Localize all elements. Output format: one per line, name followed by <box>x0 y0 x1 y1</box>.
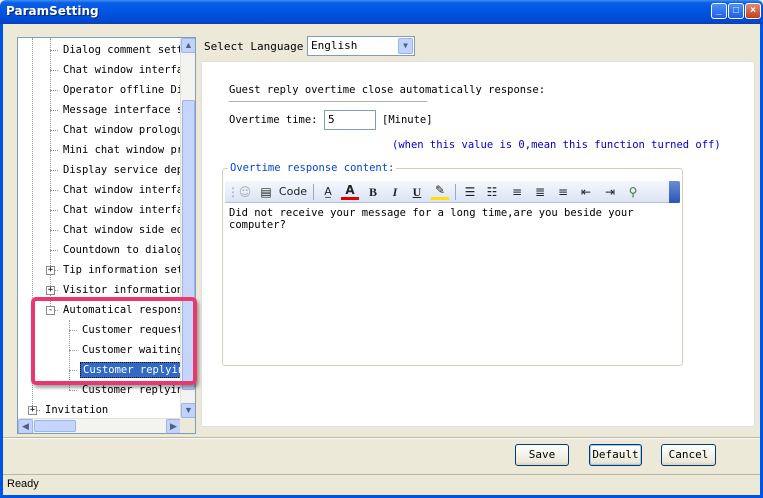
editor-toolbar: ⋮ ☺ ▤ Code A̲ A B I U ✎ ☰ ☷ ≡ ≣ ≡ ⇤ ⇥ ⚲ <box>225 181 680 203</box>
bullet-list-icon[interactable]: ☷ <box>483 183 501 201</box>
tree-connector <box>50 50 58 51</box>
tree-item-label: Countdown to dialog <box>63 244 181 256</box>
scroll-up-icon[interactable]: ▲ <box>181 38 195 53</box>
tree-connector <box>50 70 58 71</box>
font-color-icon[interactable]: A <box>341 183 359 200</box>
tree-item[interactable]: Chat window interfac <box>61 180 181 200</box>
default-button[interactable]: Default <box>589 444 642 466</box>
toolbar-separator <box>455 184 456 200</box>
status-bar: Ready <box>3 474 760 495</box>
tree-item[interactable]: Tip information sett <box>61 260 181 280</box>
response-content-legend: Overtime response content: <box>228 162 397 174</box>
tree-item-label: Invitation <box>45 404 109 416</box>
tree-item[interactable]: Chat window interfac <box>61 60 181 80</box>
tree-item-label: Operator offline Dis <box>63 84 181 96</box>
scroll-corner <box>180 418 195 433</box>
bold-button[interactable]: B <box>365 183 381 201</box>
overtime-hint: (when this value is 0,mean this function… <box>392 139 721 151</box>
align-left-icon[interactable]: ≡ <box>508 183 526 201</box>
title-bar: ParamSetting _ □ × <box>0 0 763 24</box>
toolbar-grip-icon: ⋮ <box>227 185 239 199</box>
highlight-annotation <box>31 297 197 385</box>
hscroll-thumb[interactable] <box>34 420 76 432</box>
align-center-icon[interactable]: ≣ <box>531 183 549 201</box>
toolbar-separator <box>313 184 314 200</box>
indent-icon[interactable]: ⇥ <box>601 183 619 201</box>
align-right-icon[interactable]: ≡ <box>554 183 572 201</box>
tree-connector <box>50 90 58 91</box>
overtime-input[interactable]: 5 <box>324 110 376 130</box>
expand-icon[interactable]: + <box>28 406 37 415</box>
code-button[interactable]: Code <box>276 183 310 201</box>
tree-item-label: Chat window interfac <box>63 184 181 196</box>
tree-item-label: Tip information sett <box>63 264 181 276</box>
tree-item[interactable]: Countdown to dialog <box>61 240 181 260</box>
tree-connector <box>50 230 58 231</box>
tree-item-label: Chat window side edg <box>63 224 181 236</box>
section-divider <box>229 101 427 103</box>
window-title: ParamSetting <box>6 4 99 18</box>
tree-item-label: Message interface se <box>63 104 181 116</box>
save-button[interactable]: Save <box>515 444 569 466</box>
numbered-list-icon[interactable]: ☰ <box>461 183 479 201</box>
emoticon-icon[interactable]: ☺ <box>236 183 254 201</box>
overtime-label: Overtime time: <box>229 114 318 126</box>
tree-item[interactable]: Mini chat window pro <box>61 140 181 160</box>
tree-item-label: Chat window interfac <box>63 64 181 76</box>
tree-item-label: Chat window interfac <box>63 204 181 216</box>
tree-item-label: Display service depa <box>63 164 181 176</box>
outdent-icon[interactable]: ⇤ <box>577 183 595 201</box>
highlight-icon[interactable]: ✎ <box>431 183 449 200</box>
tree-item[interactable]: Chat window side edg <box>61 220 181 240</box>
tree-item[interactable]: Invitation <box>43 400 110 418</box>
link-icon[interactable]: ⚲ <box>624 183 642 201</box>
italic-button[interactable]: I <box>387 183 403 201</box>
toolbar-options-icon[interactable] <box>669 181 680 203</box>
tree-item-label: Visitor information <box>63 284 181 296</box>
expand-icon[interactable]: + <box>46 286 55 295</box>
tree-connector <box>50 110 58 111</box>
tree-item[interactable]: Chat window prologue <box>61 120 181 140</box>
tree-connector <box>69 390 77 391</box>
tree-connector <box>50 150 58 151</box>
close-button[interactable]: × <box>745 3 761 19</box>
scroll-down-icon[interactable]: ▼ <box>181 403 195 418</box>
language-label: Select Language <box>204 40 304 53</box>
scroll-right-icon[interactable]: ▶ <box>166 419 181 433</box>
tree-connector <box>50 250 58 251</box>
code-icon[interactable]: ▤ <box>259 183 273 201</box>
status-text: Ready <box>7 478 39 490</box>
tree-item[interactable]: Message interface se <box>61 100 181 120</box>
tree-connector <box>50 130 58 131</box>
chevron-down-icon[interactable]: ▼ <box>398 38 413 54</box>
tree-item-label: Dialog comment setti <box>63 44 181 56</box>
overtime-unit: [Minute] <box>382 114 433 126</box>
underline-button[interactable]: U <box>409 183 425 201</box>
tree-item-label: Mini chat window pro <box>63 144 181 156</box>
tree-connector <box>50 210 58 211</box>
section-title: Guest reply overtime close automatically… <box>229 84 546 96</box>
footer-divider <box>3 437 760 439</box>
cancel-button[interactable]: Cancel <box>661 444 716 466</box>
tree-connector <box>50 190 58 191</box>
tree-item[interactable]: Dialog comment setti <box>61 40 181 60</box>
tree-item[interactable]: Operator offline Dis <box>61 80 181 100</box>
tree-item[interactable]: Display service depa <box>61 160 181 180</box>
expand-icon[interactable]: + <box>46 266 55 275</box>
maximize-button[interactable]: □ <box>728 3 744 19</box>
tree-item-label: Chat window prologue <box>63 124 181 136</box>
language-value: English <box>311 39 358 52</box>
tree-connector <box>50 170 58 171</box>
tree-item[interactable]: Chat window interfac <box>61 200 181 220</box>
scroll-left-icon[interactable]: ◀ <box>18 419 33 433</box>
tree-horizontal-scrollbar[interactable]: ◀ ▶ <box>18 418 181 433</box>
language-select[interactable]: English ▼ <box>307 36 415 56</box>
tree-item-label: Customer replying <box>82 384 181 396</box>
font-size-icon[interactable]: A̲ <box>319 183 337 201</box>
minimize-button[interactable]: _ <box>711 3 727 19</box>
response-content-editor[interactable]: Did not receive your message for a long … <box>225 203 680 365</box>
